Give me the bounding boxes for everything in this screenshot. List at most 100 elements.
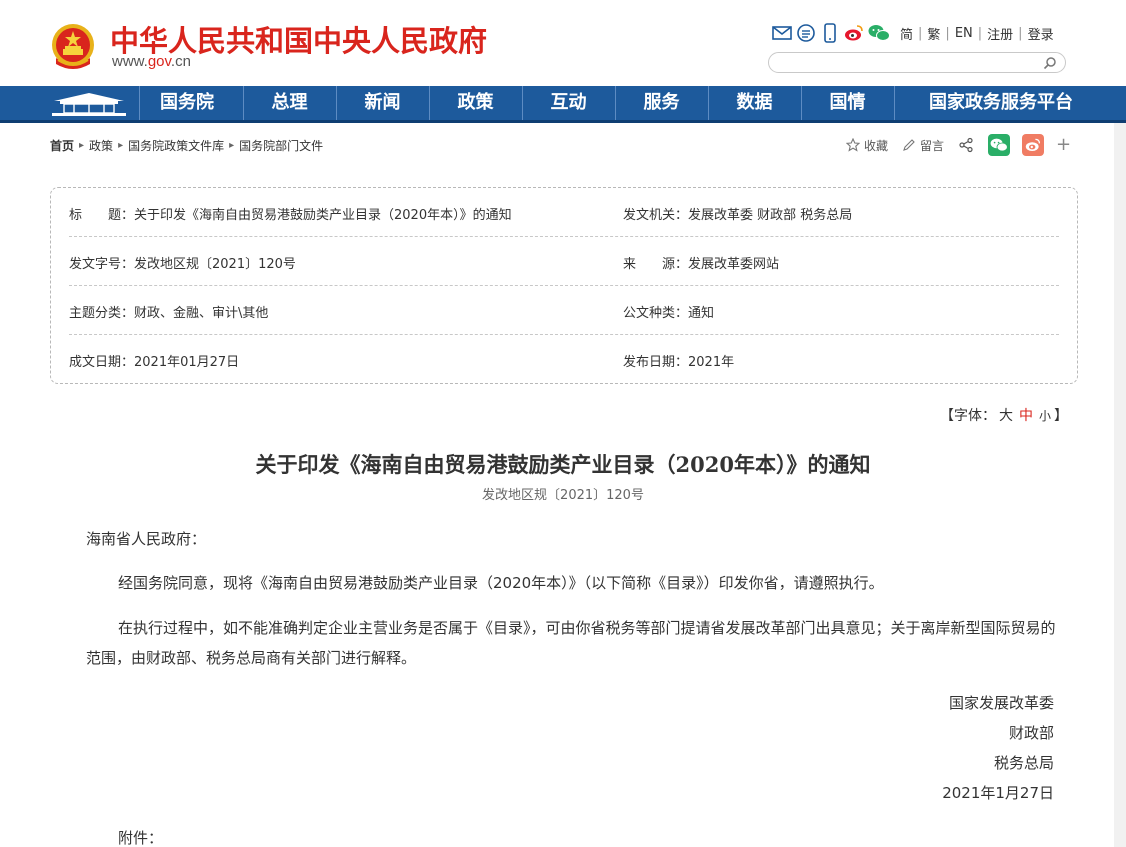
page: 中华人民共和国中央人民政府 www.gov.cn 简 | 繁 | EN | 注册…	[0, 0, 1126, 847]
document-number: 发改地区规〔2021〕120号	[482, 488, 644, 503]
search-box	[768, 52, 1066, 73]
info-written-date: 成文日期：2021年01月27日	[69, 351, 239, 370]
info-label: 来 源：	[623, 257, 689, 272]
nav-item-state-council[interactable]: 国务院	[139, 86, 235, 120]
english-link[interactable]: EN	[955, 26, 973, 41]
separator: |	[918, 25, 923, 41]
nav-item-services[interactable]: 服务	[615, 86, 708, 120]
separator: |	[945, 25, 950, 41]
info-label: 成文日期：	[69, 355, 135, 370]
share-weibo-button[interactable]	[1022, 134, 1045, 156]
nav-divider	[894, 86, 895, 120]
info-value: 关于印发《海南自由贸易港鼓励类产业目录（2020年本）》的通知	[134, 208, 512, 223]
pencil-icon	[903, 139, 915, 151]
breadcrumb-department-docs[interactable]: 国务院部门文件	[239, 137, 323, 154]
font-size-prefix: 【字体：	[940, 408, 996, 424]
info-published-date: 发布日期：2021年	[623, 351, 734, 370]
info-label: 标 题：	[69, 208, 135, 223]
mobile-icon[interactable]	[820, 23, 840, 43]
login-link[interactable]: 登录	[1028, 24, 1054, 43]
star-icon	[846, 138, 860, 152]
nav-item-interaction[interactable]: 互动	[522, 86, 615, 120]
separator: |	[977, 25, 983, 41]
signer-mof: 财政部	[1008, 724, 1054, 742]
info-source: 来 源：发展改革委网站	[623, 253, 779, 272]
info-row: 标 题：关于印发《海南自由贸易港鼓励类产业目录（2020年本）》的通知 发文机关…	[69, 188, 1059, 237]
wechat-icon	[990, 138, 1008, 152]
site-url[interactable]: www.gov.cn	[112, 53, 191, 70]
info-issuer: 发文机关：发展改革委 财政部 税务总局	[623, 204, 852, 223]
paragraph-1: 经国务院同意，现将《海南自由贸易港鼓励类产业目录（2020年本）》（以下简称《目…	[118, 574, 884, 592]
nav-item-gov-service-platform[interactable]: 国家政务服务平台	[896, 86, 1106, 120]
home-building-icon[interactable]	[46, 89, 132, 120]
info-title: 标 题：关于印发《海南自由贸易港鼓励类产业目录（2020年本）》的通知	[69, 204, 512, 223]
font-size-suffix: 】	[1054, 408, 1069, 424]
favorite-button[interactable]: 收藏	[846, 137, 888, 154]
signing-date: 2021年1月27日	[942, 784, 1054, 802]
top-links: 简 | 繁 | EN | 注册 | 登录	[900, 24, 1054, 43]
register-link[interactable]: 注册	[987, 24, 1013, 43]
chevron-right-icon: ▸	[118, 140, 124, 151]
weibo-icon	[1025, 138, 1041, 151]
national-emblem-icon[interactable]	[50, 22, 96, 72]
nav-item-premier[interactable]: 总理	[243, 86, 336, 120]
site-header: 中华人民共和国中央人民政府 www.gov.cn 简 | 繁 | EN | 注册…	[0, 0, 1126, 86]
info-value: 发展改革委网站	[688, 257, 780, 272]
main-nav: 国务院 总理 新闻 政策 互动 服务 数据 国情 国家政务服务平台	[0, 86, 1126, 123]
font-size-medium-button[interactable]: 中	[1019, 408, 1033, 424]
simplified-link[interactable]: 简	[900, 24, 913, 43]
breadcrumb-policy[interactable]: 政策	[89, 137, 113, 154]
weibo-icon[interactable]	[844, 23, 864, 43]
info-label: 主题分类：	[69, 306, 135, 321]
salutation: 海南省人民政府：	[86, 530, 207, 548]
signer-ndrc: 国家发展改革委	[948, 694, 1054, 712]
document-title: 关于印发《海南自由贸易港鼓励类产业目录（2020年本）》的通知	[255, 452, 871, 477]
signer-sat: 税务总局	[993, 754, 1054, 772]
site-url-gov: gov	[147, 53, 171, 70]
info-value: 发改地区规〔2021〕120号	[134, 257, 296, 272]
info-doc-type: 公文种类：通知	[623, 302, 714, 321]
top-tools: 简 | 繁 | EN | 注册 | 登录	[772, 22, 1054, 44]
scrollbar[interactable]	[1114, 123, 1126, 847]
font-size-control: 【字体：大中小】	[940, 405, 1068, 425]
info-row: 成文日期：2021年01月27日 发布日期：2021年	[69, 335, 1059, 384]
paragraph-2: 在执行过程中，如不能准确判定企业主营业务是否属于《目录》，可由你省税务等部门提请…	[86, 619, 1056, 667]
font-size-large-button[interactable]: 大	[999, 408, 1013, 424]
share-wechat-button[interactable]	[988, 134, 1011, 156]
plus-icon[interactable]: +	[1056, 136, 1071, 154]
chevron-right-icon: ▸	[79, 140, 85, 151]
share-button[interactable]	[958, 137, 978, 153]
info-value: 2021年	[688, 355, 735, 370]
info-value: 通知	[688, 306, 715, 321]
wechat-icon[interactable]	[868, 23, 890, 43]
site-url-suffix: .cn	[170, 53, 191, 70]
search-icon[interactable]	[1043, 56, 1057, 70]
favorite-label: 收藏	[864, 138, 889, 153]
font-size-small-button[interactable]: 小	[1039, 409, 1051, 423]
breadcrumb-home[interactable]: 首页	[50, 137, 74, 154]
nav-item-national-info[interactable]: 国情	[801, 86, 894, 120]
chevron-right-icon: ▸	[229, 140, 235, 151]
info-label: 发文机关：	[623, 208, 689, 223]
info-value: 发展改革委 财政部 税务总局	[688, 208, 853, 223]
rss-icon[interactable]	[796, 23, 816, 43]
info-value: 财政、金融、审计\其他	[134, 306, 269, 321]
info-doc-number: 发文字号：发改地区规〔2021〕120号	[69, 253, 296, 272]
share-bar: 收藏 留言 +	[846, 133, 1071, 157]
nav-item-policy[interactable]: 政策	[429, 86, 522, 120]
attachment-label: 附件：	[118, 829, 164, 847]
info-label: 公文种类：	[623, 306, 689, 321]
breadcrumb-policy-library[interactable]: 国务院政策文件库	[128, 137, 224, 154]
document-info-box: 标 题：关于印发《海南自由贸易港鼓励类产业目录（2020年本）》的通知 发文机关…	[50, 187, 1078, 384]
share-icon	[959, 137, 973, 153]
info-label: 发文字号：	[69, 257, 135, 272]
nav-item-data[interactable]: 数据	[708, 86, 801, 120]
traditional-link[interactable]: 繁	[927, 24, 940, 43]
search-input[interactable]	[779, 55, 1039, 70]
info-topic: 主题分类：财政、金融、审计\其他	[69, 302, 268, 321]
site-url-prefix: www.	[112, 53, 148, 70]
breadcrumb: 首页 ▸ 政策 ▸ 国务院政策文件库 ▸ 国务院部门文件	[50, 137, 323, 154]
nav-item-news[interactable]: 新闻	[336, 86, 429, 120]
mail-icon[interactable]	[772, 23, 792, 43]
comment-button[interactable]: 留言	[902, 137, 944, 154]
